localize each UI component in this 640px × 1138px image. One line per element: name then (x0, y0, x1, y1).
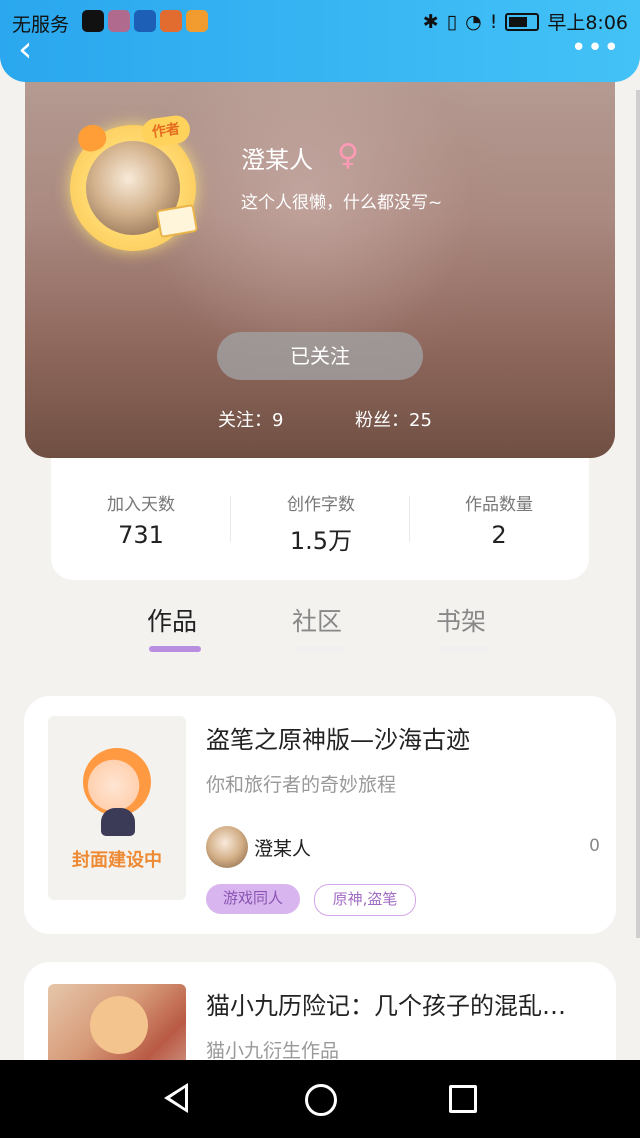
work-author-row: 澄某人 0 (206, 826, 600, 868)
paw-icon (134, 10, 156, 32)
chevron-left-icon: ‹ (18, 29, 33, 70)
profile-avatar[interactable]: 作者 (70, 113, 199, 251)
tag-game-fanfic[interactable]: 游戏同人 (206, 884, 300, 914)
status-bar: 无服务 ✱ ▯ ◔ ! 早上8:06 ‹ ••• (0, 0, 640, 82)
app-icon (108, 10, 130, 32)
system-status: ✱ ▯ ◔ ! 早上8:06 (423, 8, 628, 35)
stat-join-days: 加入天数 731 (51, 490, 231, 549)
stat-label: 作品数量 (465, 495, 533, 515)
profile-header: 作者 澄某人 ♀ 这个人很懒，什么都没写~ 已关注 关注：9 粉丝：25 (25, 70, 615, 458)
stats-card: 加入天数 731 创作字数 1.5万 作品数量 2 (51, 458, 589, 580)
work-count: 0 (589, 836, 600, 856)
author-name[interactable]: 澄某人 (254, 834, 311, 861)
status-app-icons (82, 10, 208, 32)
follow-button[interactable]: 已关注 (217, 332, 423, 380)
work-description: 你和旅行者的奇妙旅程 (206, 774, 397, 796)
tab-indicator-bookshelf (438, 646, 490, 652)
more-horizontal-icon: ••• (570, 33, 620, 63)
system-back-button[interactable] (140, 1060, 218, 1138)
book-icon (155, 203, 199, 239)
stat-value: 731 (118, 521, 164, 549)
video-icon (186, 10, 208, 32)
fans-count[interactable]: 粉丝：25 (355, 406, 432, 432)
home-circle-icon (305, 1084, 337, 1116)
author-avatar[interactable] (206, 826, 248, 868)
news-icon (160, 10, 182, 32)
profile-tabs: 作品 社区 书架 (0, 596, 640, 668)
stat-label: 创作字数 (287, 495, 355, 515)
scrollbar[interactable] (636, 90, 640, 938)
system-navigation-bar (0, 1060, 640, 1138)
stat-value: 1.5万 (289, 527, 353, 555)
back-button[interactable]: ‹ (18, 30, 54, 70)
tab-works[interactable]: 作品 (147, 602, 197, 638)
cover-placeholder-text: 封面建设中 (72, 850, 162, 871)
system-home-button[interactable] (281, 1060, 359, 1138)
recent-square-icon (449, 1085, 477, 1113)
stat-value: 2 (491, 521, 507, 549)
back-triangle-icon (164, 1083, 188, 1113)
system-recent-button[interactable] (423, 1060, 501, 1138)
wifi-icon: ◔ (465, 10, 482, 33)
stat-word-count: 创作字数 1.5万 (231, 490, 411, 556)
work-title[interactable]: 盗笔之原神版—沙海古迹 (206, 720, 592, 755)
tiktok-icon (82, 10, 104, 32)
bluetooth-icon: ✱ (422, 10, 439, 33)
user-name: 澄某人 (241, 146, 313, 174)
vibrate-icon: ▯ (446, 10, 458, 33)
work-title[interactable]: 猫小九历险记：几个孩子的混乱… (206, 986, 596, 1021)
tab-indicator-community (294, 646, 346, 652)
tab-bookshelf[interactable]: 书架 (436, 602, 486, 638)
work-card[interactable]: 封面建设中 盗笔之原神版—沙海古迹 你和旅行者的奇妙旅程 澄某人 0 游戏同人 … (24, 696, 616, 934)
user-bio: 这个人很懒，什么都没写~ (241, 193, 443, 213)
cover-illustration (83, 748, 151, 836)
clock-label: 早上8:06 (547, 12, 628, 34)
tab-indicator-works (149, 646, 201, 652)
female-icon: ♀ (337, 138, 359, 173)
work-cover[interactable]: 封面建设中 (48, 716, 186, 900)
more-button[interactable]: ••• (570, 33, 620, 63)
stat-label: 加入天数 (107, 495, 175, 515)
stat-work-count: 作品数量 2 (409, 490, 589, 549)
tag-genshin-daobi[interactable]: 原神,盗笔 (314, 884, 416, 916)
tab-community[interactable]: 社区 (292, 602, 342, 638)
battery-icon (505, 12, 540, 31)
alert-icon: ! (489, 10, 498, 33)
work-description: 猫小九衍生作品 (206, 1040, 340, 1062)
following-count[interactable]: 关注：9 (218, 406, 283, 432)
